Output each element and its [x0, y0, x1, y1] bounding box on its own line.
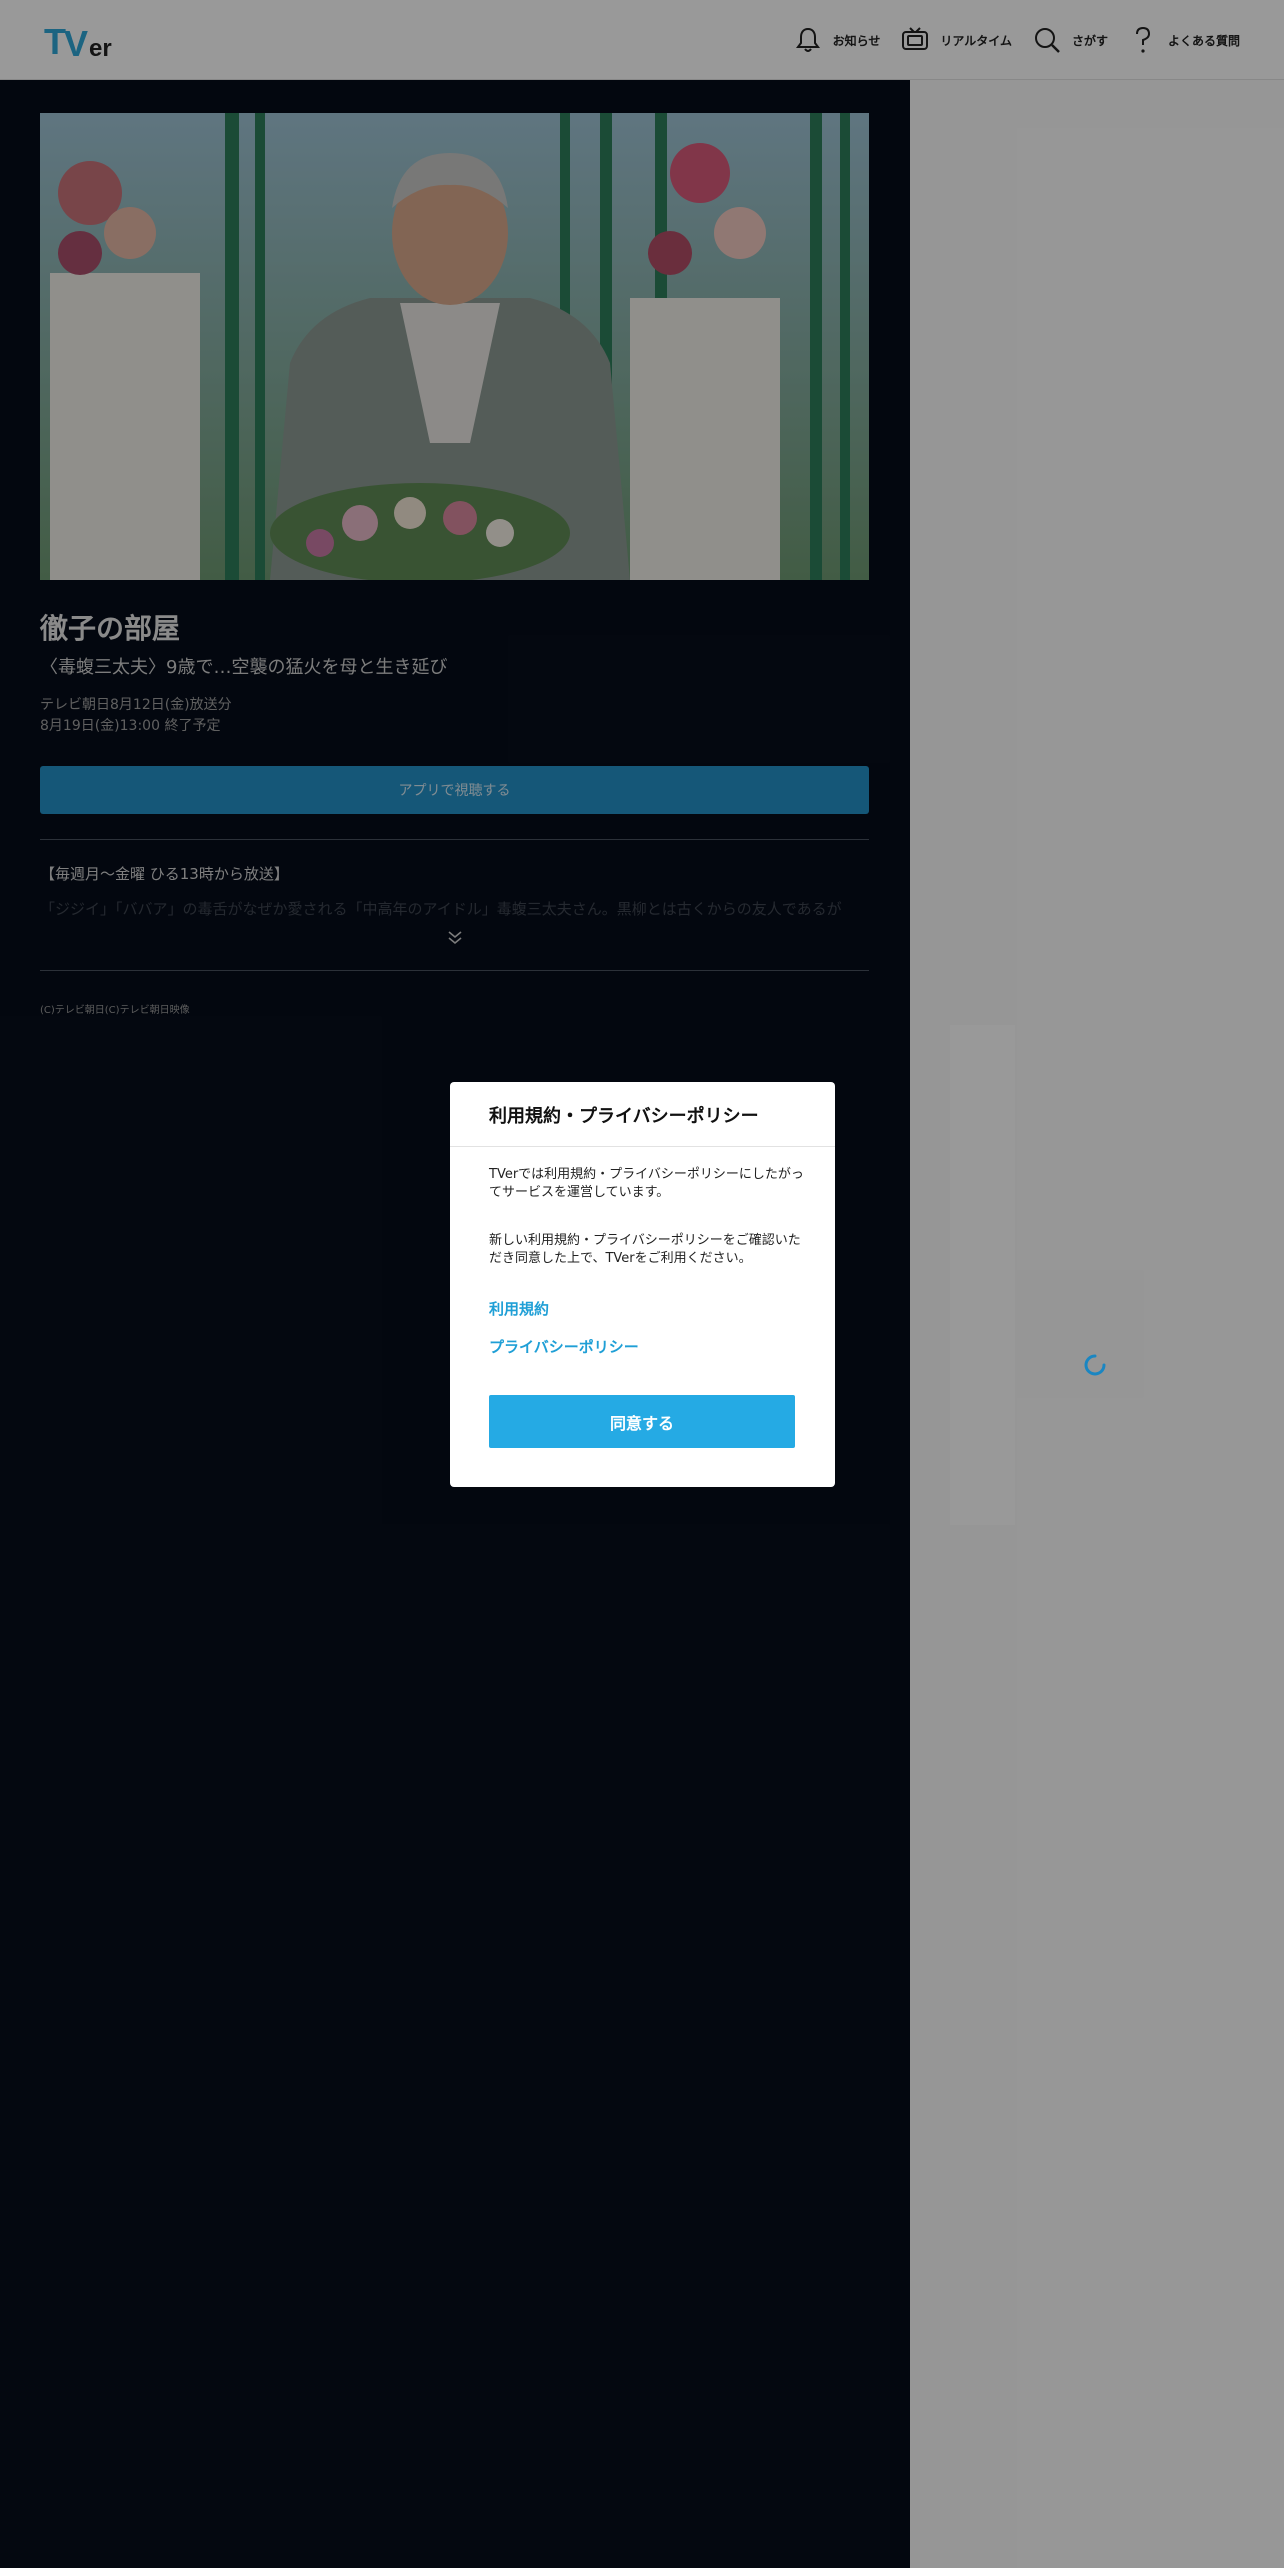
modal-title: 利用規約・プライバシーポリシー	[489, 1106, 759, 1127]
modal-text-2: 新しい利用規約・プライバシーポリシーをご確認いただき同意した上で、TVerをご利…	[489, 1233, 801, 1266]
terms-link[interactable]: 利用規約	[489, 1298, 549, 1319]
privacy-policy-link[interactable]: プライバシーポリシー	[489, 1336, 639, 1357]
loading-spinner-icon	[1084, 1354, 1106, 1376]
agree-button[interactable]: 同意する	[489, 1395, 795, 1448]
modal-divider	[450, 1146, 835, 1147]
terms-modal: 利用規約・プライバシーポリシー TVerでは利用規約・プライバシーポリシーにした…	[450, 1082, 835, 1487]
modal-text-1: TVerでは利用規約・プライバシーポリシーにしたがってサービスを運営しています。	[489, 1167, 804, 1200]
